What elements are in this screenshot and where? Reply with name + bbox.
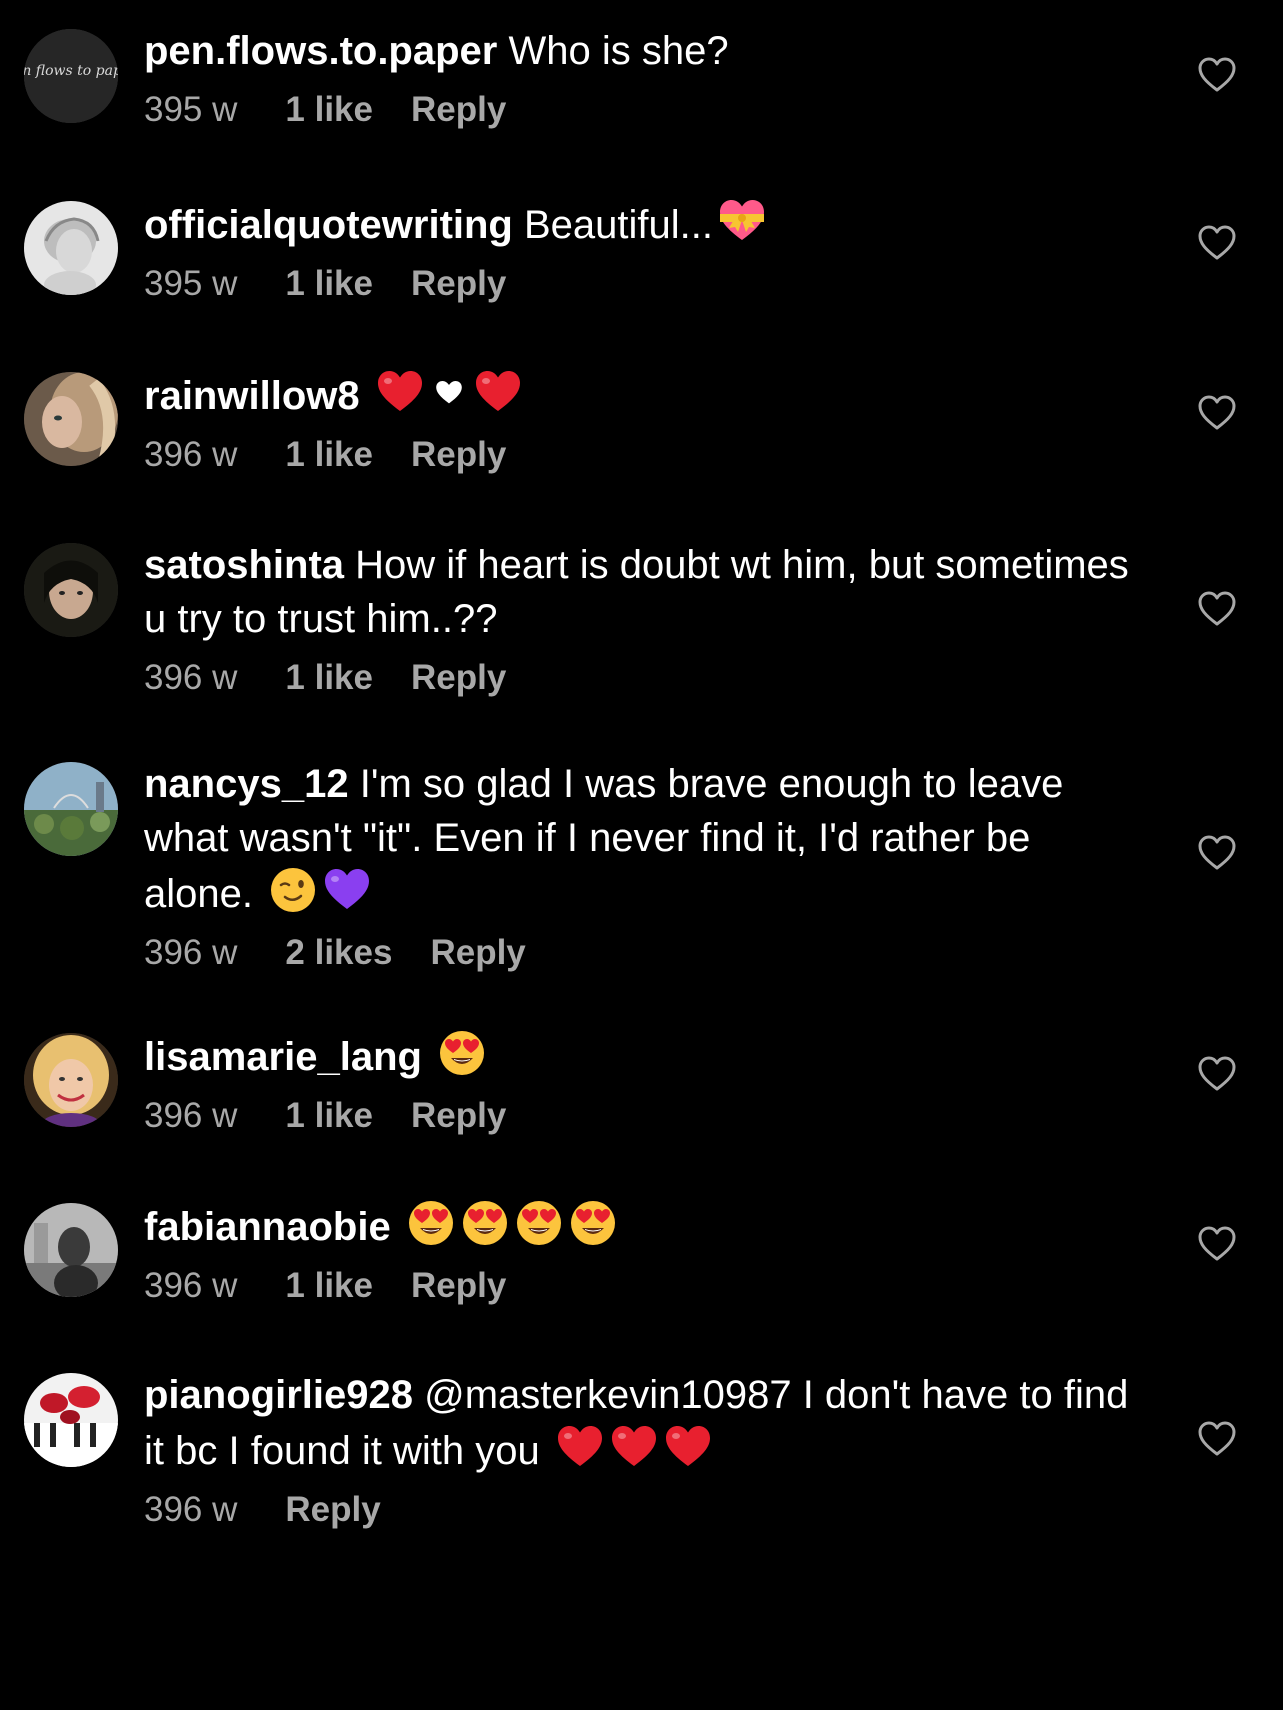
reply-button[interactable]: Reply <box>430 931 525 975</box>
comment-message <box>391 1205 402 1249</box>
comment-text: pianogirlie928 @masterkevin10987 I don't… <box>144 1368 1144 1478</box>
reply-button[interactable]: Reply <box>411 656 506 700</box>
comment-message <box>360 374 371 418</box>
winking-face-emoji <box>268 865 318 915</box>
reply-button[interactable]: Reply <box>411 1094 506 1138</box>
avatar-pen-flows-to-paper-logo[interactable]: pen flows to paper <box>24 29 118 123</box>
comment-meta: 396 w 1 like Reply <box>144 1264 1144 1308</box>
avatar-logo-text: pen flows to paper <box>24 63 118 79</box>
reply-button[interactable]: Reply <box>411 433 506 477</box>
heart-eyes-emoji <box>460 1198 510 1248</box>
like-heart-icon[interactable] <box>1197 590 1237 628</box>
comment-body: fabiannaobie 396 w 1 like Reply <box>144 1198 1144 1308</box>
comment-meta: 396 w 1 like Reply <box>144 656 1144 700</box>
comment-meta: 396 w 2 likes Reply <box>144 931 1144 975</box>
comment-body: rainwillow8 396 w 1 like Reply <box>144 367 1144 477</box>
comment-meta: 395 w 1 like Reply <box>144 262 1144 306</box>
like-heart-icon[interactable] <box>1197 56 1237 94</box>
avatar-piano-roses-photo[interactable] <box>24 1373 118 1467</box>
comment-timestamp: 396 w <box>144 1096 238 1135</box>
comment-username[interactable]: pen.flows.to.paper <box>144 29 497 73</box>
comment-timestamp: 396 w <box>144 933 238 972</box>
comment-body: officialquotewriting Beautiful... 395 w 1 … <box>144 196 1144 306</box>
red-heart-emoji <box>663 1422 713 1472</box>
like-heart-icon[interactable] <box>1197 224 1237 262</box>
comment-body: nancys_12 I'm so glad I was brave enough… <box>144 757 1144 975</box>
comment-text: satoshinta How if heart is doubt wt him,… <box>144 538 1144 646</box>
comment-body: lisamarie_lang 396 w 1 like Reply <box>144 1028 1144 1138</box>
reply-button[interactable]: Reply <box>411 1264 506 1308</box>
comment-body: pianogirlie928 @masterkevin10987 I don't… <box>144 1368 1144 1532</box>
comments-list: pen flows to paper pen.flows.to.paper Who… <box>0 0 1283 1710</box>
comment-timestamp: 396 w <box>144 658 238 697</box>
heart-eyes-emoji <box>406 1198 456 1248</box>
avatar-grey-portrait[interactable] <box>24 1203 118 1297</box>
comment-text: rainwillow8 <box>144 367 1144 423</box>
comment-body: pen.flows.to.paper Who is she? 395 w 1 lik… <box>144 24 1144 132</box>
avatar-dark-portrait[interactable] <box>24 543 118 637</box>
comment-meta: 396 w 1 like Reply <box>144 1094 1144 1138</box>
comment-timestamp: 395 w <box>144 90 238 129</box>
comment-timestamp: 396 w <box>144 1490 238 1529</box>
comment-meta: 396 w 1 like Reply <box>144 433 1144 477</box>
avatar-sketch-portrait[interactable] <box>24 201 118 295</box>
comment-likes-count[interactable]: 1 like <box>285 433 373 477</box>
like-heart-icon[interactable] <box>1197 1225 1237 1263</box>
reply-button[interactable]: Reply <box>285 1488 380 1532</box>
comment-text: pen.flows.to.paper Who is she? <box>144 24 1144 78</box>
comment-timestamp: 396 w <box>144 435 238 474</box>
heart-eyes-emoji <box>437 1028 487 1078</box>
comment-text: lisamarie_lang <box>144 1028 1144 1084</box>
comment-username[interactable]: lisamarie_lang <box>144 1035 422 1079</box>
avatar-woman-portrait[interactable] <box>24 372 118 466</box>
like-heart-icon[interactable] <box>1197 394 1237 432</box>
comment-likes-count[interactable]: 1 like <box>285 1094 373 1138</box>
like-heart-icon[interactable] <box>1197 834 1237 872</box>
white-heart-emoji <box>429 373 469 413</box>
comment-meta: 396 w Reply <box>144 1488 1144 1532</box>
comment-username[interactable]: rainwillow8 <box>144 374 360 418</box>
comment-likes-count[interactable]: 1 like <box>285 262 373 306</box>
comment-message: Beautiful... <box>512 203 713 247</box>
comment-likes-count[interactable]: 1 like <box>285 88 373 132</box>
purple-heart-emoji <box>322 865 372 915</box>
comment-username[interactable]: fabiannaobie <box>144 1205 391 1249</box>
comment-likes-count[interactable]: 1 like <box>285 656 373 700</box>
comment-likes-count[interactable]: 1 like <box>285 1264 373 1308</box>
heart-with-ribbon-emoji <box>717 196 767 246</box>
comment-text: fabiannaobie <box>144 1198 1144 1254</box>
red-heart-emoji <box>473 367 523 417</box>
comment-message: Who is she? <box>497 29 729 73</box>
comment-message <box>422 1035 433 1079</box>
reply-button[interactable]: Reply <box>411 88 506 132</box>
heart-eyes-emoji <box>568 1198 618 1248</box>
comment-text: officialquotewriting Beautiful... <box>144 196 1144 252</box>
comment-meta: 395 w 1 like Reply <box>144 88 1144 132</box>
comment-username[interactable]: satoshinta <box>144 543 344 587</box>
comment-likes-count[interactable]: 2 likes <box>285 931 392 975</box>
reply-button[interactable]: Reply <box>411 262 506 306</box>
comment-text: nancys_12 I'm so glad I was brave enough… <box>144 757 1144 921</box>
comment-username[interactable]: officialquotewriting <box>144 203 513 247</box>
comment-username[interactable]: nancys_12 <box>144 762 349 806</box>
like-heart-icon[interactable] <box>1197 1055 1237 1093</box>
red-heart-emoji <box>609 1422 659 1472</box>
comment-timestamp: 396 w <box>144 1266 238 1305</box>
like-heart-icon[interactable] <box>1197 1420 1237 1458</box>
red-heart-emoji <box>555 1422 605 1472</box>
comment-mention[interactable]: @masterkevin10987 <box>424 1373 791 1417</box>
heart-eyes-emoji <box>514 1198 564 1248</box>
comment-timestamp: 395 w <box>144 264 238 303</box>
avatar-garden-photo[interactable] <box>24 762 118 856</box>
comment-body: satoshinta How if heart is doubt wt him,… <box>144 538 1144 700</box>
avatar-blonde-portrait[interactable] <box>24 1033 118 1127</box>
red-heart-emoji <box>375 367 425 417</box>
comment-username[interactable]: pianogirlie928 <box>144 1373 413 1417</box>
